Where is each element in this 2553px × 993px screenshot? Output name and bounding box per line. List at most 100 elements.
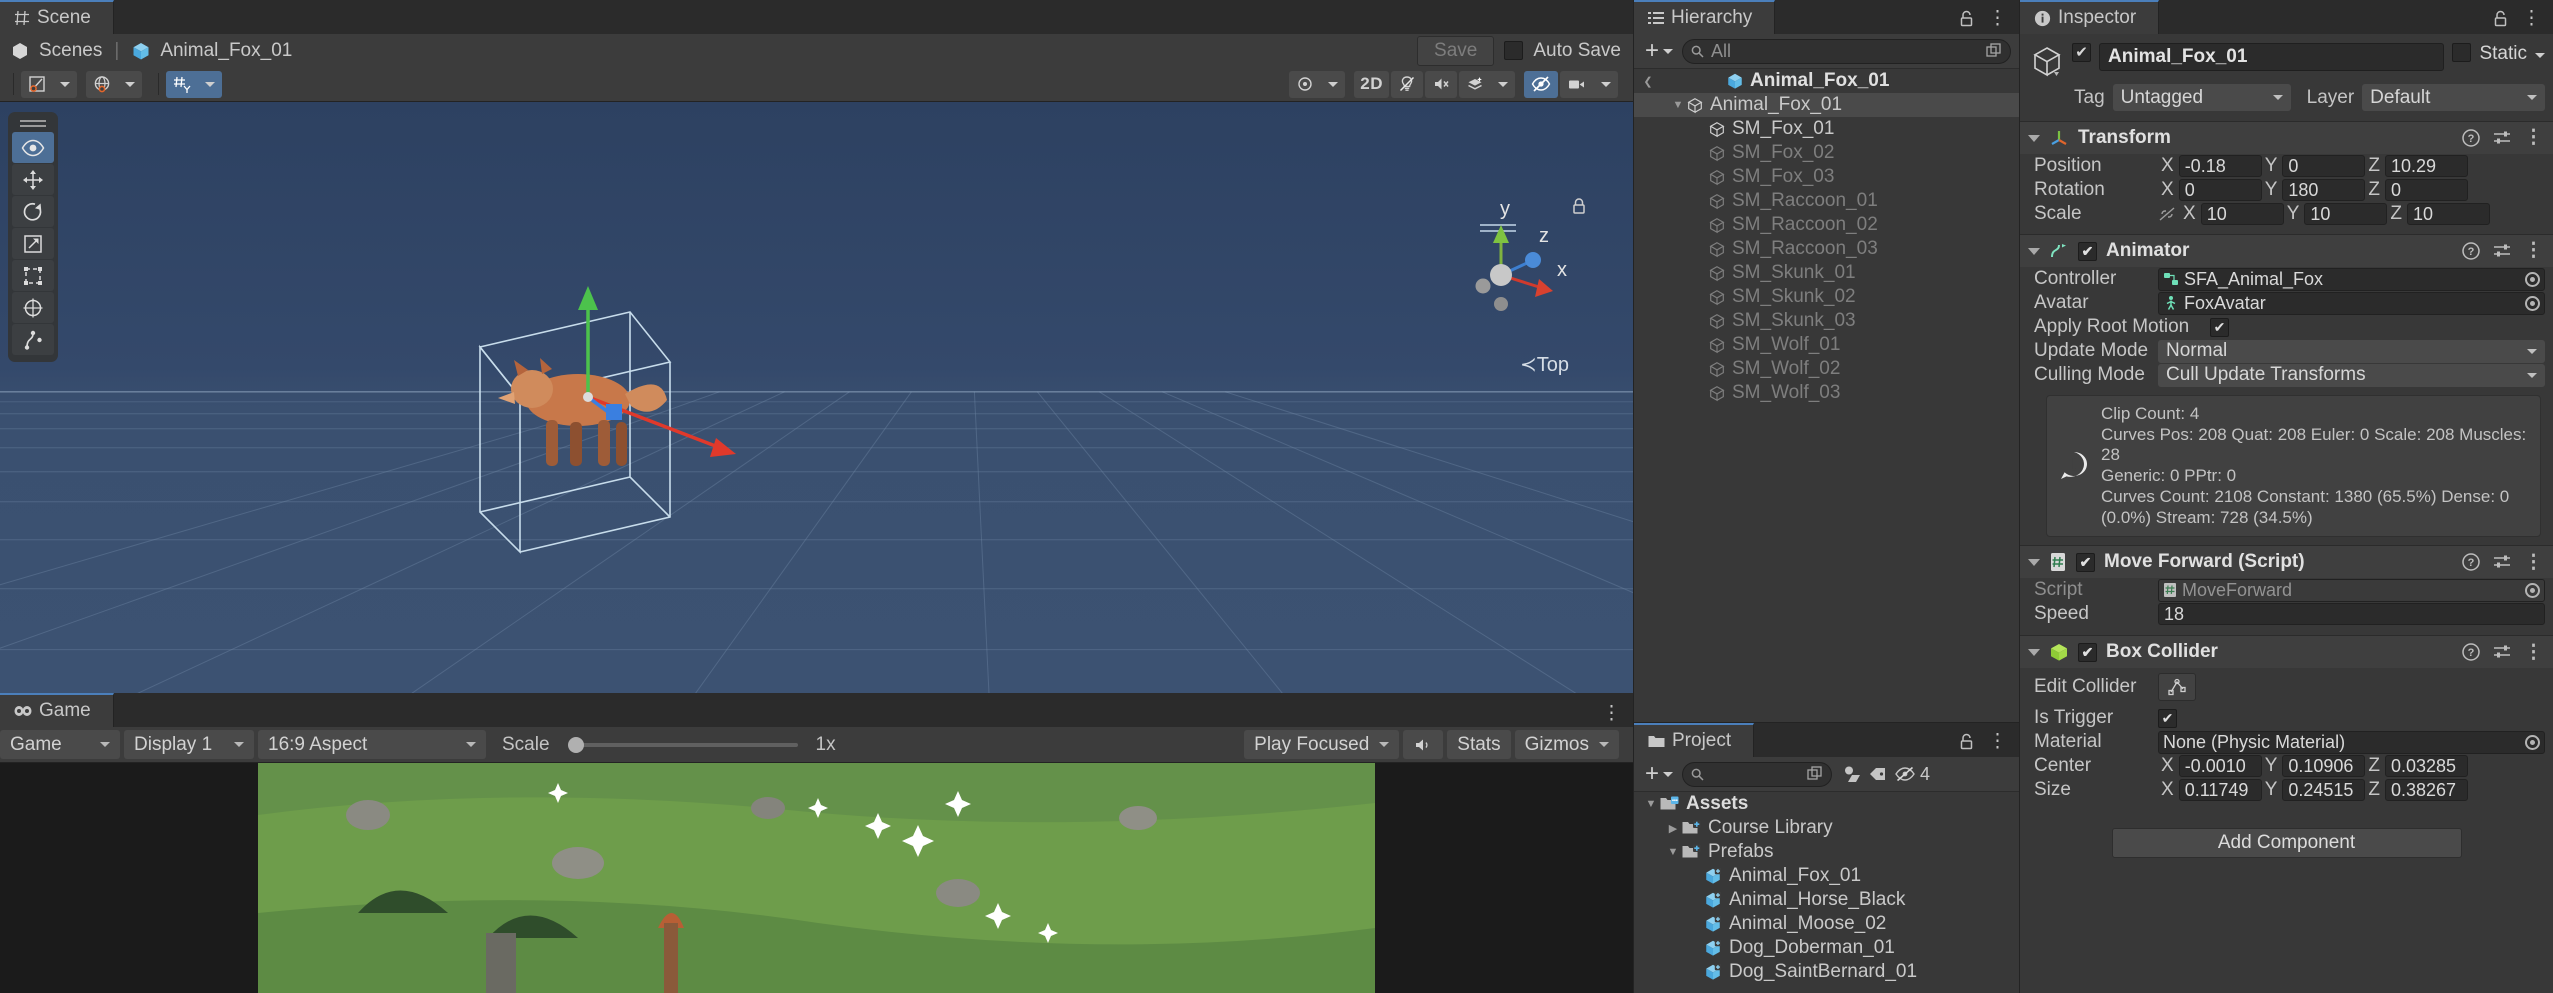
grid-snap-dropdown[interactable] <box>198 70 222 98</box>
hierarchy-item[interactable]: SM_Fox_03 <box>1634 165 2019 189</box>
edit-collider-button[interactable] <box>2158 673 2196 702</box>
game-options-icon[interactable]: ⋮ <box>1602 703 1621 722</box>
foldout-icon[interactable]: ▼ <box>1664 846 1682 858</box>
scene-orientation-gizmo[interactable]: y z x <box>1443 198 1585 337</box>
foldout-expanded-icon[interactable]: ▼ <box>1670 99 1686 111</box>
add-component-button[interactable]: Add Component <box>2111 828 2462 859</box>
project-item[interactable]: Dog_SaintBernard_01 <box>1634 960 2019 984</box>
hierarchy-item[interactable]: SM_Fox_01 <box>1634 117 2019 141</box>
hierarchy-tree[interactable]: ❮ Animal_Fox_01 ▼ Animal_Fox_01 SM_Fox_01 S… <box>1634 69 2019 722</box>
animator-enabled-checkbox[interactable]: ✔ <box>2078 241 2097 261</box>
scale-slider[interactable] <box>567 736 798 753</box>
grid-snap-button[interactable] <box>166 70 198 98</box>
inspector-options-icon[interactable]: ⋮ <box>2522 9 2541 28</box>
preset-icon[interactable] <box>2493 554 2511 570</box>
avatar-object-field[interactable]: FoxAvatar <box>2158 291 2545 315</box>
hierarchy-item[interactable]: SM_Skunk_03 <box>1634 309 2019 333</box>
tab-scene[interactable]: Scene <box>0 0 114 34</box>
material-object-field[interactable]: None (Physic Material) <box>2158 730 2545 754</box>
aspect-dropdown[interactable]: 16:9 Aspect <box>258 730 486 759</box>
center-x-input[interactable]: -0.0010 <box>2178 755 2262 778</box>
layer-dropdown[interactable]: Default <box>2362 84 2545 111</box>
static-checkbox[interactable] <box>2452 43 2472 62</box>
lock-icon[interactable] <box>2493 10 2508 27</box>
handle-space-button[interactable] <box>86 70 118 98</box>
center-y-input[interactable]: 0.10906 <box>2282 755 2366 778</box>
custom-tool-button[interactable] <box>12 324 54 355</box>
stats-button[interactable]: Stats <box>1447 730 1511 759</box>
help-icon[interactable]: ? <box>2462 129 2480 147</box>
project-item[interactable]: ▶ Course Library <box>1634 816 2019 840</box>
project-options-icon[interactable]: ⋮ <box>1988 732 2007 751</box>
move-forward-options-icon[interactable]: ⋮ <box>2524 553 2543 572</box>
preset-icon[interactable] <box>2493 243 2511 259</box>
audio-toggle-button[interactable] <box>1425 70 1457 98</box>
scene-camera-quick-dropdown[interactable] <box>1321 70 1346 98</box>
filter-label-icon[interactable] <box>1868 766 1888 782</box>
project-item[interactable]: ▼ Assets <box>1634 792 2019 816</box>
position-x-input[interactable]: -0.18 <box>2178 155 2262 177</box>
hierarchy-item[interactable]: SM_Skunk_02 <box>1634 285 2019 309</box>
preset-icon[interactable] <box>2493 644 2511 660</box>
lighting-toggle-button[interactable] <box>1391 70 1423 98</box>
move-tool-button[interactable] <box>12 164 54 195</box>
foldout-icon[interactable]: ▼ <box>1642 798 1660 810</box>
size-z-input[interactable]: 0.38267 <box>2384 779 2468 802</box>
play-focused-dropdown[interactable]: Play Focused <box>1244 730 1400 759</box>
object-name-input[interactable]: Animal_Fox_01 <box>2099 43 2445 71</box>
center-z-input[interactable]: 0.03285 <box>2384 755 2468 778</box>
rotation-y-input[interactable]: 180 <box>2282 179 2366 201</box>
game-mode-dropdown[interactable]: Game <box>0 730 120 759</box>
constrain-proportions-icon[interactable] <box>2158 206 2176 222</box>
transform-options-icon[interactable]: ⋮ <box>2524 128 2543 147</box>
tab-inspector[interactable]: Inspector <box>2020 0 2160 34</box>
pivot-mode-dropdown[interactable] <box>53 70 77 98</box>
culling-mode-dropdown[interactable]: Cull Update Transforms <box>2158 363 2545 387</box>
hierarchy-search-input[interactable]: All <box>1682 38 2011 64</box>
scale-x-input[interactable]: 10 <box>2200 203 2284 225</box>
lock-icon[interactable] <box>1959 733 1974 750</box>
back-arrow-icon[interactable]: ❮ <box>1640 75 1656 88</box>
hierarchy-options-icon[interactable]: ⋮ <box>1988 9 2007 28</box>
breadcrumb-current[interactable]: Animal_Fox_01 <box>160 40 292 62</box>
position-z-input[interactable]: 10.29 <box>2384 155 2468 177</box>
preset-icon[interactable] <box>2493 130 2511 146</box>
box-collider-header[interactable]: ✔ Box Collider ? ⋮ <box>2020 636 2553 669</box>
size-x-input[interactable]: 0.11749 <box>2178 779 2262 802</box>
material-picker-icon[interactable] <box>2525 734 2540 750</box>
scene-camera-quick-button[interactable] <box>1289 70 1322 98</box>
scene-camera-dropdown[interactable] <box>1594 70 1618 98</box>
script-picker-icon[interactable] <box>2525 582 2540 598</box>
filter-type-icon[interactable] <box>1842 765 1862 783</box>
scale-z-input[interactable]: 10 <box>2406 203 2490 225</box>
help-icon[interactable]: ? <box>2462 643 2480 662</box>
update-mode-dropdown[interactable]: Normal <box>2158 339 2545 363</box>
controller-object-field[interactable]: SFA_Animal_Fox <box>2158 267 2545 291</box>
foldout-icon[interactable]: ▶ <box>1664 822 1682 835</box>
scene-visibility-button[interactable] <box>1524 70 1558 98</box>
hierarchy-item[interactable]: SM_Wolf_02 <box>1634 357 2019 381</box>
project-item[interactable]: Animal_Moose_02 <box>1634 912 2019 936</box>
project-add-button[interactable]: + <box>1642 762 1676 786</box>
game-render-area[interactable] <box>258 763 1375 993</box>
scene-viewport[interactable]: ≺Top y z x <box>0 102 1633 693</box>
rect-tool-button[interactable] <box>12 260 54 291</box>
size-y-input[interactable]: 0.24515 <box>2282 779 2366 802</box>
is-trigger-checkbox[interactable]: ✔ <box>2158 708 2177 728</box>
scene-camera-button[interactable] <box>1560 70 1594 98</box>
tag-dropdown[interactable]: Untagged <box>2112 84 2291 111</box>
view-2d-button[interactable]: 2D <box>1354 70 1389 98</box>
hierarchy-item[interactable]: SM_Skunk_01 <box>1634 261 2019 285</box>
move-forward-enabled-checkbox[interactable]: ✔ <box>2076 552 2095 572</box>
breadcrumb-root[interactable]: Scenes <box>39 40 102 62</box>
rotation-z-input[interactable]: 0 <box>2384 179 2468 201</box>
game-viewport[interactable] <box>0 763 1633 993</box>
mute-audio-button[interactable] <box>1403 730 1444 759</box>
search-expand-icon[interactable] <box>1986 43 2002 59</box>
rotate-tool-button[interactable] <box>12 196 54 227</box>
project-item[interactable]: Dog_Doberman_01 <box>1634 936 2019 960</box>
avatar-picker-icon[interactable] <box>2525 295 2540 311</box>
tab-project[interactable]: Project <box>1634 723 1755 757</box>
help-icon[interactable]: ? <box>2462 242 2480 260</box>
speed-input[interactable]: 18 <box>2158 603 2545 626</box>
